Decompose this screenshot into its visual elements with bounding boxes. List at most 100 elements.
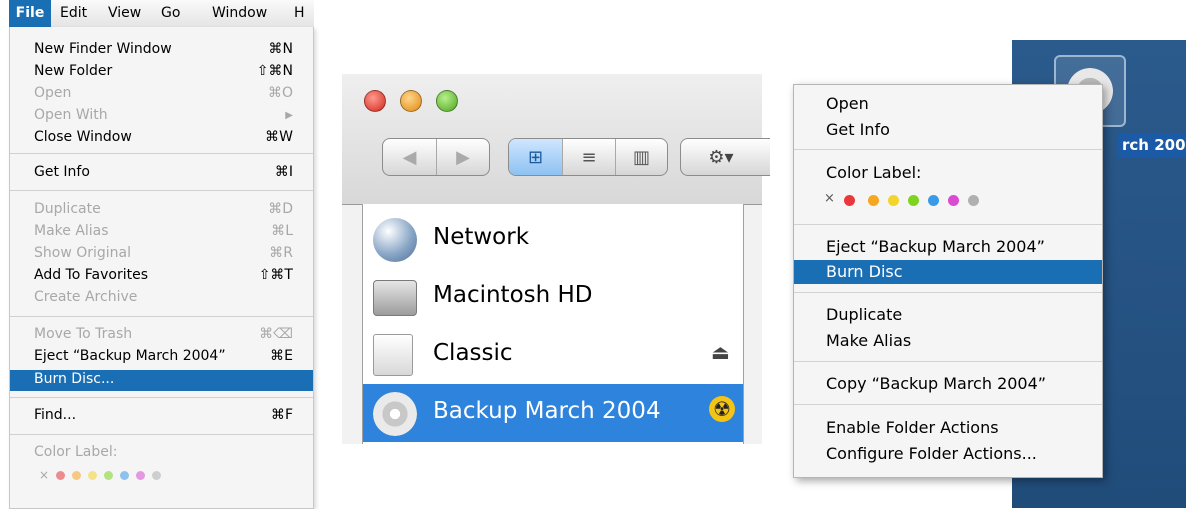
finder-window: ◀ ▶ ⊞ ≡ ▥ ⚙▾ Network Macintosh HD Classi… bbox=[342, 74, 770, 444]
sidebar-item-backup-march-2004[interactable]: Backup March 2004 ☢ bbox=[363, 384, 743, 442]
color-swatch-purple[interactable] bbox=[948, 195, 959, 206]
drive-icon bbox=[373, 334, 413, 376]
close-window-button[interactable] bbox=[364, 90, 386, 112]
menu-item-new-finder-window[interactable]: New Finder Window ⌘N bbox=[10, 40, 313, 60]
menu-item-burn-disc[interactable]: Burn Disc... bbox=[10, 370, 313, 391]
menu-separator bbox=[794, 224, 1102, 225]
burn-icon[interactable]: ☢ bbox=[709, 396, 735, 422]
context-item-make-alias[interactable]: Make Alias bbox=[794, 329, 1102, 353]
color-label-swatches: × bbox=[39, 468, 162, 482]
back-forward-control: ◀ ▶ bbox=[382, 138, 490, 176]
icon-view-icon[interactable]: ⊞ bbox=[509, 139, 563, 175]
sidebar-item-macintosh-hd[interactable]: Macintosh HD bbox=[363, 268, 743, 326]
color-swatch-blue[interactable] bbox=[120, 470, 130, 480]
shortcut: ⇧⌘N bbox=[256, 63, 293, 79]
context-item-eject[interactable]: Eject “Backup March 2004” bbox=[794, 235, 1102, 259]
menu-separator bbox=[10, 434, 313, 435]
menu-item-eject[interactable]: Eject “Backup March 2004” ⌘E bbox=[10, 347, 313, 367]
action-menu-button[interactable]: ⚙▾ bbox=[680, 138, 770, 176]
context-color-swatches: × bbox=[824, 191, 1074, 209]
menu-item-add-to-favorites[interactable]: Add To Favorites ⇧⌘T bbox=[10, 266, 313, 286]
menu-go[interactable]: Go bbox=[161, 0, 180, 27]
column-view-icon[interactable]: ▥ bbox=[616, 139, 667, 175]
color-swatch-orange[interactable] bbox=[868, 195, 879, 206]
menu-item-get-info[interactable]: Get Info ⌘I bbox=[10, 163, 313, 183]
view-mode-control: ⊞ ≡ ▥ bbox=[508, 138, 668, 176]
menu-item-label: Create Archive bbox=[34, 289, 138, 305]
color-swatch-green[interactable] bbox=[104, 470, 114, 480]
sidebar-item-classic[interactable]: Classic ⏏ bbox=[363, 326, 743, 384]
context-item-label: Get Info bbox=[826, 120, 890, 139]
eject-icon[interactable]: ⏏ bbox=[711, 340, 730, 364]
menu-window[interactable]: Window bbox=[212, 0, 267, 27]
shortcut: ⌘R bbox=[269, 245, 293, 261]
sidebar-item-label: Classic bbox=[433, 340, 513, 366]
shortcut: ⌘⌫ bbox=[259, 326, 293, 342]
forward-arrow-icon[interactable]: ▶ bbox=[437, 139, 489, 175]
menu-edit[interactable]: Edit bbox=[60, 0, 87, 27]
shortcut: ⌘W bbox=[265, 129, 293, 145]
menu-view[interactable]: View bbox=[108, 0, 141, 27]
context-menu: Open Get Info Color Label: × Eject “Back… bbox=[793, 84, 1103, 478]
context-item-label: Enable Folder Actions bbox=[826, 418, 999, 437]
menu-item-label: Close Window bbox=[34, 129, 132, 145]
menu-help[interactable]: H bbox=[294, 0, 305, 27]
shortcut: ⇧⌘T bbox=[258, 267, 293, 283]
menu-item-show-original: Show Original ⌘R bbox=[10, 244, 313, 264]
context-item-label: Burn Disc bbox=[826, 262, 903, 281]
color-swatch-red[interactable] bbox=[56, 470, 66, 480]
menu-item-new-folder[interactable]: New Folder ⇧⌘N bbox=[10, 62, 313, 82]
menu-item-label: Move To Trash bbox=[34, 326, 133, 342]
context-item-burn-disc[interactable]: Burn Disc bbox=[794, 260, 1102, 284]
menu-bar: File Edit View Go Window H bbox=[9, 0, 314, 28]
menu-item-open-with: Open With ▶ bbox=[10, 106, 313, 126]
menu-item-label: New Finder Window bbox=[34, 41, 172, 57]
menu-item-label: Open bbox=[34, 85, 72, 101]
shortcut: ⌘E bbox=[270, 348, 293, 364]
no-color-icon[interactable]: × bbox=[39, 468, 49, 482]
menu-separator bbox=[794, 149, 1102, 150]
context-item-duplicate[interactable]: Duplicate bbox=[794, 303, 1102, 327]
color-swatch-gray[interactable] bbox=[152, 470, 162, 480]
menu-item-label: Get Info bbox=[34, 164, 90, 180]
menu-item-close-window[interactable]: Close Window ⌘W bbox=[10, 128, 313, 148]
finder-toolbar: ◀ ▶ ⊞ ≡ ▥ ⚙▾ bbox=[342, 74, 770, 205]
menu-item-color-label: Color Label: bbox=[10, 443, 313, 463]
context-item-label: Eject “Backup March 2004” bbox=[826, 237, 1045, 256]
color-swatch-blue[interactable] bbox=[928, 195, 939, 206]
shortcut: ⌘F bbox=[270, 407, 293, 423]
menu-item-label: Make Alias bbox=[34, 223, 109, 239]
context-item-configure-folder-actions[interactable]: Configure Folder Actions... bbox=[794, 442, 1102, 466]
finder-sidebar: Network Macintosh HD Classic ⏏ Backup Ma… bbox=[362, 204, 744, 444]
sidebar-item-network[interactable]: Network bbox=[363, 210, 743, 268]
zoom-window-button[interactable] bbox=[436, 90, 458, 112]
menu-file[interactable]: File bbox=[9, 0, 51, 27]
menu-separator bbox=[10, 190, 313, 191]
color-swatch-red[interactable] bbox=[844, 195, 855, 206]
shortcut: ⌘L bbox=[271, 223, 293, 239]
color-swatch-green[interactable] bbox=[908, 195, 919, 206]
shortcut: ⌘N bbox=[268, 41, 293, 57]
color-swatch-gray[interactable] bbox=[968, 195, 979, 206]
menu-item-create-archive: Create Archive bbox=[10, 288, 313, 308]
color-swatch-orange[interactable] bbox=[72, 470, 82, 480]
context-item-enable-folder-actions[interactable]: Enable Folder Actions bbox=[794, 416, 1102, 440]
menu-item-find[interactable]: Find... ⌘F bbox=[10, 406, 313, 426]
desktop-disc-label[interactable]: rch 2004 bbox=[1118, 133, 1186, 157]
color-swatch-purple[interactable] bbox=[136, 470, 146, 480]
menu-item-label: Open With bbox=[34, 107, 108, 123]
sidebar-item-label: Network bbox=[433, 224, 530, 250]
context-item-open[interactable]: Open bbox=[794, 92, 1102, 116]
list-view-icon[interactable]: ≡ bbox=[563, 139, 616, 175]
context-item-get-info[interactable]: Get Info bbox=[794, 118, 1102, 142]
sidebar-item-label: Macintosh HD bbox=[433, 282, 593, 308]
context-item-copy[interactable]: Copy “Backup March 2004” bbox=[794, 372, 1102, 396]
shortcut: ⌘I bbox=[274, 164, 293, 180]
no-color-icon[interactable]: × bbox=[824, 191, 835, 206]
color-swatch-yellow[interactable] bbox=[88, 470, 98, 480]
color-swatch-yellow[interactable] bbox=[888, 195, 899, 206]
back-arrow-icon[interactable]: ◀ bbox=[383, 139, 437, 175]
minimize-window-button[interactable] bbox=[400, 90, 422, 112]
menu-item-label: Eject “Backup March 2004” bbox=[34, 348, 226, 364]
menu-item-label: New Folder bbox=[34, 63, 113, 79]
